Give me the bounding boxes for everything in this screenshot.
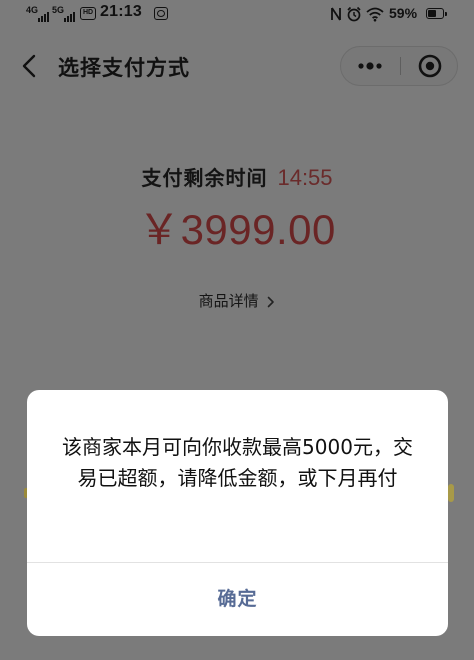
- background-element-right: [448, 484, 454, 502]
- back-button[interactable]: [12, 48, 48, 84]
- wifi-icon: [366, 7, 384, 22]
- chevron-right-icon: [268, 296, 275, 307]
- countdown-time: 14:55: [277, 165, 333, 190]
- alert-dialog: 该商家本月可向你收款最高5000元，交易已超额，请降低金额，或下月再付 确定: [27, 390, 448, 636]
- product-details-label: 商品详情: [198, 292, 259, 310]
- cellular-signal-2-icon: 5G: [52, 5, 76, 22]
- page-title: 选择支付方式: [58, 56, 190, 80]
- notification-app-icon: [154, 7, 168, 20]
- dialog-message: 该商家本月可向你收款最高5000元，交易已超额，请降低金额，或下月再付: [62, 435, 413, 490]
- cellular-signal-1-icon: 4G: [26, 5, 50, 22]
- nfc-icon: [331, 7, 341, 21]
- countdown-label: 支付剩余时间: [141, 166, 268, 190]
- status-bar: 4G 5G HD 21:13 59%: [0, 0, 474, 28]
- confirm-button[interactable]: 确定: [27, 563, 448, 636]
- mini-program-capsule: [340, 46, 458, 86]
- chevron-left-icon: [22, 54, 36, 78]
- target-circle-icon: [418, 54, 442, 78]
- more-button[interactable]: [341, 47, 399, 85]
- payment-countdown: 支付剩余时间 14:55: [0, 162, 474, 191]
- status-time: 21:13: [100, 3, 142, 20]
- alarm-icon: [347, 6, 361, 22]
- more-dots-icon: [358, 62, 382, 70]
- network-type-1: 4G: [26, 5, 39, 15]
- product-details-link[interactable]: 商品详情: [0, 290, 474, 311]
- payment-amount: ￥3999.00: [138, 206, 336, 253]
- battery-percentage: 59%: [389, 5, 418, 21]
- navigation-bar: 选择支付方式: [0, 40, 474, 92]
- hd-voice-icon: HD: [80, 7, 96, 20]
- network-type-2: 5G: [52, 5, 65, 15]
- battery-icon: [426, 8, 447, 19]
- battery-level: [428, 10, 436, 17]
- close-mini-program-button[interactable]: [401, 47, 457, 85]
